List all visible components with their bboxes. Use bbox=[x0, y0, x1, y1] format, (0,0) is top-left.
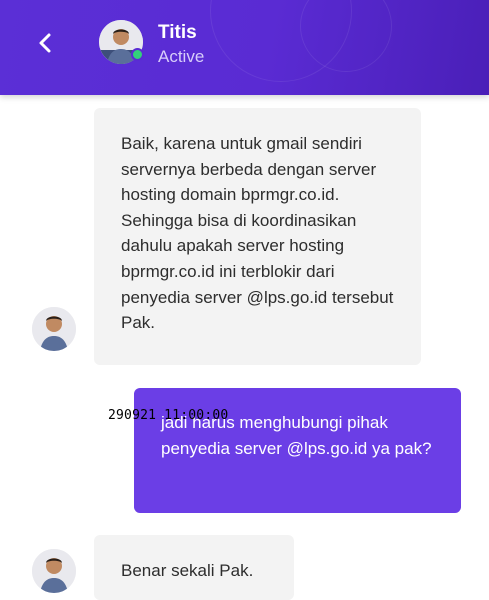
message-bubble-outgoing[interactable]: jadi harus menghubungi pihak penyedia se… bbox=[134, 388, 461, 513]
contact-name: Titis bbox=[158, 22, 197, 43]
chevron-left-icon bbox=[39, 33, 51, 53]
avatar-icon bbox=[32, 549, 76, 593]
back-button[interactable] bbox=[30, 28, 60, 58]
contact-avatar[interactable] bbox=[99, 20, 144, 64]
message-bubble-incoming[interactable]: Baik, karena untuk gmail sendiri servern… bbox=[94, 108, 421, 365]
message-text: Benar sekali Pak. bbox=[121, 561, 254, 580]
contact-status: Active bbox=[158, 47, 205, 66]
chat-header: Titis Active bbox=[0, 0, 489, 95]
message-text: Baik, karena untuk gmail sendiri servern… bbox=[121, 134, 394, 333]
avatar-icon bbox=[32, 307, 76, 351]
online-status-dot bbox=[131, 48, 144, 61]
timestamp-stamp: 290921 11:00:00 bbox=[108, 408, 229, 423]
message-bubble-incoming[interactable]: Benar sekali Pak. bbox=[94, 535, 294, 600]
